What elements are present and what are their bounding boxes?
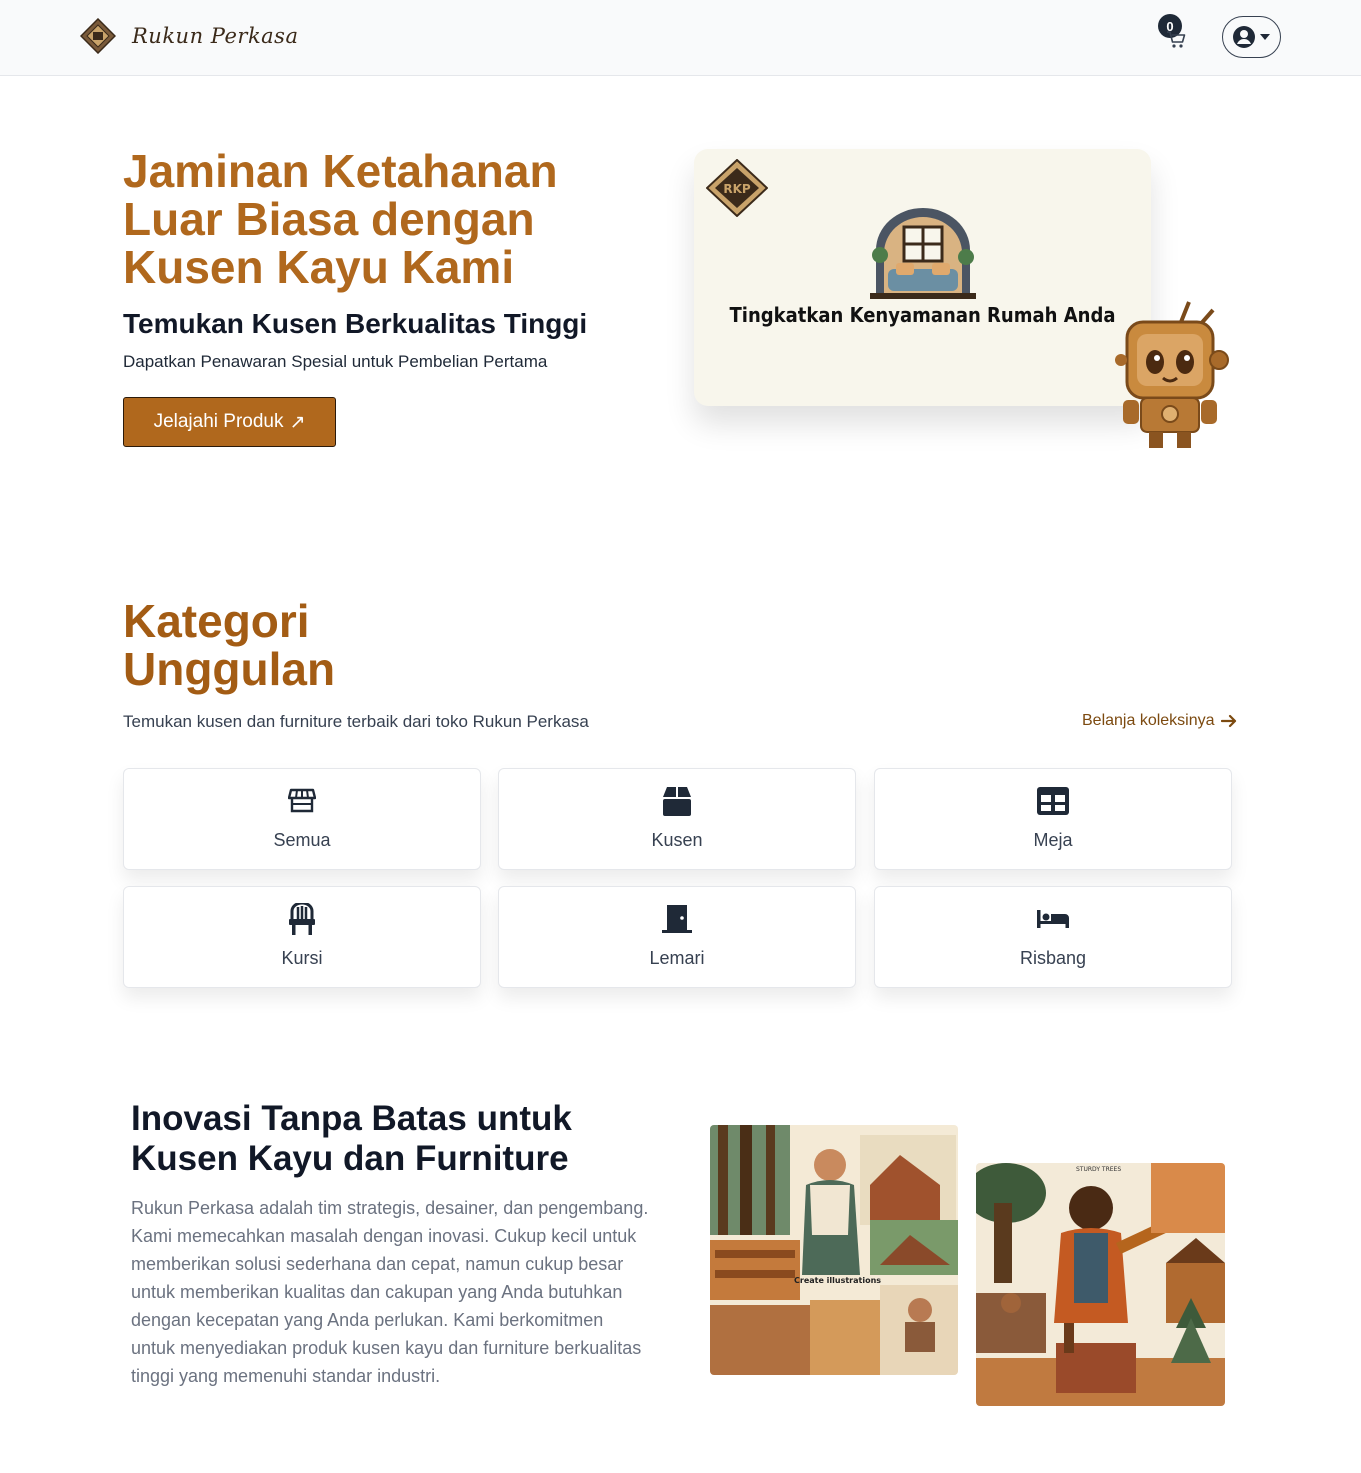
category-card-semua[interactable]: Semua — [123, 768, 481, 870]
category-label: Risbang — [1019, 948, 1087, 968]
category-label: Lemari — [649, 948, 705, 968]
image2-caption: STURDY TREES — [1076, 1166, 1121, 1173]
categories-title: Kategori Unggulan — [123, 595, 336, 695]
arrow-up-right-icon: ↗ — [289, 411, 306, 433]
brand-link[interactable]: Rukun Perkasa — [80, 18, 298, 54]
house-illustration-icon — [870, 208, 976, 299]
hero-subtitle: Temukan Kusen Berkualitas Tinggi — [123, 308, 588, 339]
about-title: Inovasi Tanpa Batas untuk Kusen Kayu dan… — [131, 1099, 572, 1178]
user-avatar-icon — [1233, 26, 1255, 48]
promo-banner: RKP Tingkatkan Kenyamanan Rumah Anda — [694, 149, 1151, 406]
hero-title: Jaminan Ketahanan Luar Biasa dengan Kuse… — [123, 145, 558, 293]
category-label: Semua — [273, 830, 331, 850]
box-icon — [663, 787, 691, 816]
brand-logo-icon — [80, 18, 116, 54]
category-card-kursi[interactable]: Kursi — [123, 886, 481, 988]
cart-button[interactable]: 0 — [1158, 14, 1192, 54]
chevron-down-icon — [1260, 34, 1270, 40]
hero-description: Dapatkan Penawaran Spesial untuk Pembeli… — [123, 352, 548, 371]
table-icon — [1037, 787, 1069, 815]
category-label: Meja — [1033, 830, 1073, 850]
explore-products-button[interactable]: Jelajahi Produk ↗ — [123, 397, 336, 447]
explore-products-label: Jelajahi Produk — [153, 411, 284, 432]
cart-icon — [1167, 31, 1186, 48]
bed-icon — [1037, 910, 1069, 928]
door-icon — [662, 905, 692, 933]
user-menu-button[interactable] — [1222, 16, 1281, 58]
rkp-logo-icon: RKP — [706, 159, 768, 217]
about-text: Rukun Perkasa adalah tim strategis, desa… — [131, 1198, 649, 1386]
category-card-lemari[interactable]: Lemari — [498, 886, 856, 988]
category-card-meja[interactable]: Meja — [874, 768, 1232, 870]
category-label: Kursi — [281, 948, 323, 968]
shop-collection-link[interactable]: Belanja koleksinya — [1082, 712, 1237, 730]
image1-caption: Create illustrations — [794, 1276, 881, 1285]
category-card-risbang[interactable]: Risbang — [874, 886, 1232, 988]
brand-name: Rukun Perkasa — [132, 24, 299, 48]
shop-collection-label: Belanja koleksinya — [1082, 712, 1215, 729]
store-icon — [288, 788, 316, 813]
rkp-logo-text: RKP — [723, 182, 751, 196]
wooden-robot-mascot-icon — [1115, 301, 1229, 448]
categories-description: Temukan kusen dan furniture terbaik dari… — [123, 712, 589, 731]
category-label: Kusen — [651, 830, 703, 850]
navbar: Rukun Perkasa 0 — [0, 0, 1361, 76]
woodworking-illustration-1: Create illustrations — [710, 1125, 958, 1375]
woodworking-illustration-2: STURDY TREES — [976, 1163, 1225, 1406]
category-card-kusen[interactable]: Kusen — [498, 768, 856, 870]
arrow-right-icon — [1220, 714, 1236, 728]
chair-icon — [289, 903, 315, 935]
banner-text: Tingkatkan Kenyamanan Rumah Anda — [729, 303, 1116, 327]
